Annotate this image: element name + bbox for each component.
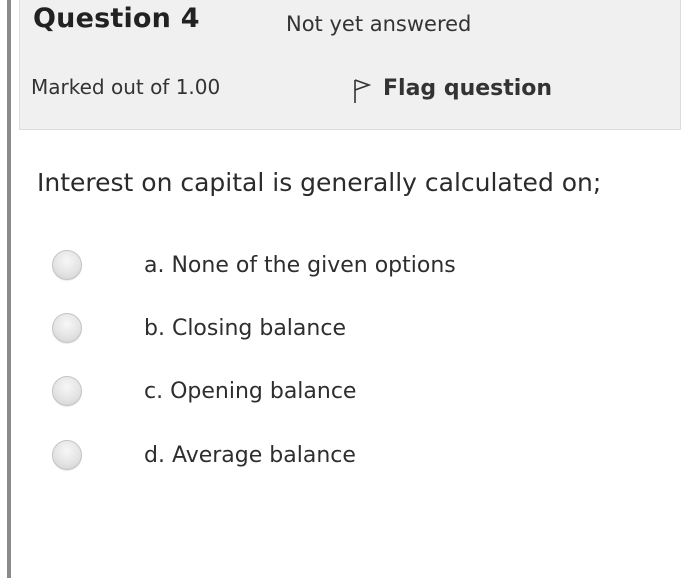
answer-label: a. None of the given options bbox=[144, 252, 456, 278]
question-info-panel: Question 4 Not yet answered Marked out o… bbox=[19, 0, 681, 130]
radio-button[interactable] bbox=[52, 376, 82, 406]
answer-label: d. Average balance bbox=[144, 442, 356, 468]
radio-button[interactable] bbox=[52, 313, 82, 343]
left-border bbox=[7, 0, 11, 578]
question-grade: Marked out of 1.00 bbox=[31, 75, 221, 99]
radio-button[interactable] bbox=[52, 440, 82, 470]
question-number: Question 4 bbox=[33, 3, 200, 34]
question-state: Not yet answered bbox=[286, 12, 472, 36]
answer-label: c. Opening balance bbox=[144, 378, 357, 404]
answer-option-d[interactable]: d. Average balance bbox=[52, 440, 356, 470]
answer-option-a[interactable]: a. None of the given options bbox=[52, 250, 456, 280]
answer-option-b[interactable]: b. Closing balance bbox=[52, 313, 346, 343]
question-text: Interest on capital is generally calcula… bbox=[37, 168, 602, 197]
flag-icon bbox=[354, 79, 371, 103]
flag-question-link[interactable]: Flag question bbox=[353, 72, 552, 104]
radio-button[interactable] bbox=[52, 250, 82, 280]
quiz-question-page: Question 4 Not yet answered Marked out o… bbox=[0, 0, 700, 578]
answer-label: b. Closing balance bbox=[144, 315, 346, 341]
answer-option-c[interactable]: c. Opening balance bbox=[52, 376, 356, 406]
flag-question-label: Flag question bbox=[383, 75, 553, 101]
